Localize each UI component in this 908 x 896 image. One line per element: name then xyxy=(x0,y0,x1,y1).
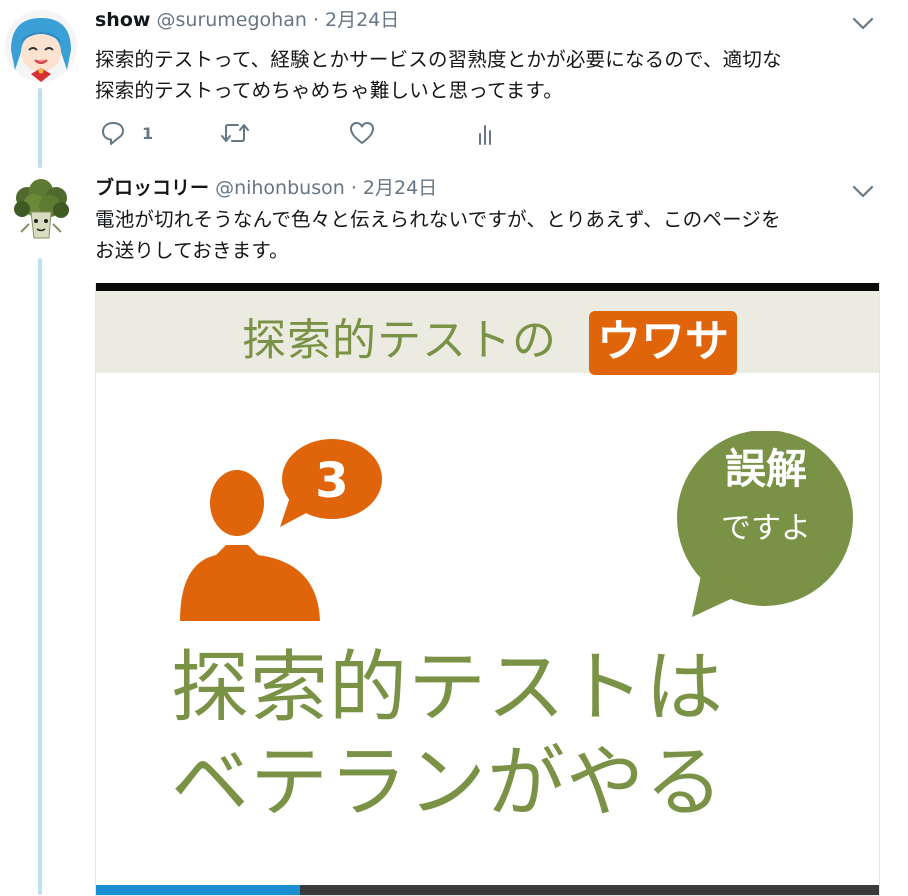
analytics-icon xyxy=(479,125,491,145)
media-card[interactable]: 探索的テストの ウワサ 3 誤解 ですよ 探索的テストは ベテランがやる xyxy=(95,283,880,896)
speech-bubble-title: 誤解 xyxy=(725,445,807,493)
slide-headline-line: 探索的テストは xyxy=(171,643,725,733)
slide-title-text: 探索的テストの xyxy=(242,315,557,366)
thread-line xyxy=(38,258,42,895)
slide-title-band: 探索的テストの ウワサ xyxy=(96,291,879,375)
tweet-text-line: 電池が切れそうなんで色々と伝えられないですが、とりあえず、このページを xyxy=(95,208,781,231)
tweet-header: ブロッコリー @nihonbuson · 2月24日 xyxy=(95,176,437,200)
slide-title-badge-text: ウワサ xyxy=(597,316,729,367)
timestamp[interactable]: · 2月24日 xyxy=(313,9,399,31)
tweet-text-line: 探索的テストってめちゃめちゃ難しいと思ってます。 xyxy=(95,79,563,102)
number-badge-text: 3 xyxy=(315,453,348,509)
slide-title-badge: ウワサ xyxy=(589,311,737,375)
user-handle[interactable]: @nihonbuson xyxy=(215,177,345,199)
avatar-broccoli-image xyxy=(5,176,77,248)
display-name[interactable]: ブロッコリー xyxy=(95,177,209,199)
card-top-bar xyxy=(96,283,879,291)
tweet-text: 電池が切れそうなんで色々と伝えられないですが、とりあえず、このページを お送りし… xyxy=(95,204,781,266)
retweet-button[interactable] xyxy=(220,120,250,146)
slide-progress-fill xyxy=(96,885,300,895)
avatar[interactable] xyxy=(5,10,77,82)
avatar[interactable] xyxy=(5,176,77,248)
thread-line xyxy=(38,88,42,168)
tweet[interactable]: ブロッコリー @nihonbuson · 2月24日 電池が切れそうなんで色々と… xyxy=(95,176,874,276)
slide-headline-line: ベテランがやる xyxy=(171,738,725,828)
like-icon xyxy=(350,122,374,144)
reply-icon xyxy=(102,122,124,145)
chevron-down-icon[interactable] xyxy=(850,180,876,202)
person-speaking-icon: 3 xyxy=(180,439,382,621)
avatar-anime-image xyxy=(5,10,77,82)
like-button[interactable] xyxy=(348,120,376,146)
tweet-header: show @surumegohan · 2月24日 xyxy=(95,8,399,32)
slide-progress-bar[interactable] xyxy=(96,885,879,895)
tweet-text: 探索的テストって、経験とかサービスの習熟度とかが必要になるので、適切な 探索的テ… xyxy=(95,44,782,106)
chevron-down-icon[interactable] xyxy=(850,12,876,34)
reply-count: 1 xyxy=(142,123,154,143)
timestamp[interactable]: · 2月24日 xyxy=(351,177,437,199)
tweet-text-line: 探索的テストって、経験とかサービスの習熟度とかが必要になるので、適切な xyxy=(95,48,782,71)
reply-button[interactable]: 1 xyxy=(100,120,153,146)
tweet[interactable]: show @surumegohan · 2月24日 探索的テストって、経験とかサ… xyxy=(95,8,874,158)
display-name[interactable]: show xyxy=(95,9,150,31)
retweet-icon xyxy=(221,124,249,142)
tweet-text-line: お送りしておきます。 xyxy=(95,239,289,262)
analytics-button[interactable] xyxy=(475,120,499,148)
user-handle[interactable]: @surumegohan xyxy=(157,9,307,31)
speech-bubble-subtitle: ですよ xyxy=(721,511,811,546)
